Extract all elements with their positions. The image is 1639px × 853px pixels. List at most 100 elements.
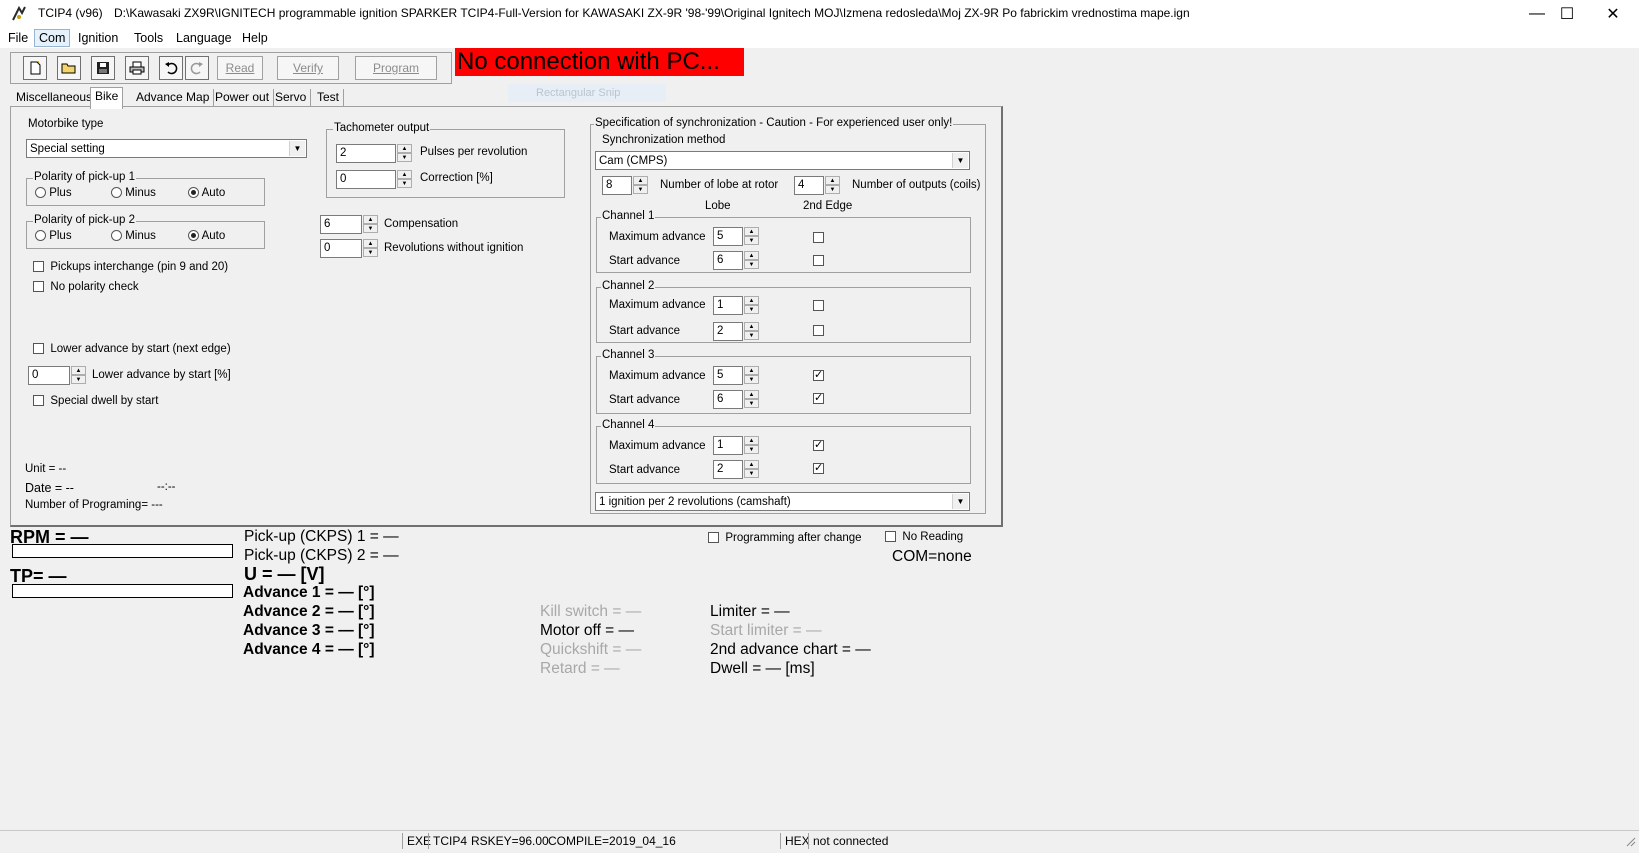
ch3-start-stepper[interactable]: 6 ▲ ▼ — [713, 390, 759, 409]
checkbox-icon[interactable] — [708, 532, 719, 544]
close-button[interactable]: ✕ — [1590, 0, 1636, 28]
spin-up-icon[interactable]: ▲ — [744, 296, 759, 305]
ch1-max-input[interactable]: 5 — [713, 227, 743, 246]
chevron-down-icon[interactable]: ▼ — [289, 141, 305, 156]
radio-icon[interactable] — [111, 187, 122, 199]
spin-up-icon[interactable]: ▲ — [744, 251, 759, 260]
radio-icon[interactable] — [111, 230, 122, 242]
radio-icon[interactable] — [35, 230, 46, 242]
checkbox-icon[interactable] — [33, 395, 44, 407]
ch2-max-edge-checkbox[interactable] — [813, 300, 824, 311]
chevron-down-icon[interactable]: ▼ — [952, 494, 968, 509]
checkbox-icon[interactable] — [33, 281, 44, 293]
no-polarity-check-checkbox[interactable]: No polarity check — [33, 281, 139, 293]
pulses-stepper[interactable]: 2 ▲ ▼ — [336, 144, 412, 163]
lower-advance-next-edge-checkbox[interactable]: Lower advance by start (next edge) — [33, 343, 231, 355]
ch3-max-stepper[interactable]: 5 ▲ ▼ — [713, 366, 759, 385]
lobe-stepper[interactable]: 8 ▲ ▼ — [602, 176, 648, 195]
spin-down-icon[interactable]: ▼ — [744, 469, 759, 478]
spin-up-icon[interactable]: ▲ — [71, 366, 86, 375]
menu-help[interactable]: Help — [238, 30, 272, 46]
ch4-max-input[interactable]: 1 — [713, 436, 743, 455]
pickup2-plus-radio[interactable]: Plus — [35, 230, 72, 242]
ch4-start-stepper[interactable]: 2 ▲ ▼ — [713, 460, 759, 479]
spin-up-icon[interactable]: ▲ — [363, 239, 378, 248]
checkbox-icon[interactable] — [33, 261, 44, 273]
ch2-start-edge-checkbox[interactable] — [813, 325, 824, 336]
pickup1-auto-radio[interactable]: Auto — [188, 187, 225, 199]
ch4-start-edge-checkbox[interactable]: ✓ — [813, 463, 824, 474]
spin-up-icon[interactable]: ▲ — [744, 460, 759, 469]
pulses-input[interactable]: 2 — [336, 144, 396, 163]
ch2-start-input[interactable]: 2 — [713, 322, 743, 341]
resize-grip-icon[interactable] — [1624, 835, 1636, 847]
menu-tools[interactable]: Tools — [130, 30, 167, 46]
spin-down-icon[interactable]: ▼ — [825, 185, 840, 194]
lower-advance-pct-stepper[interactable]: 0 ▲ ▼ — [28, 366, 86, 385]
menu-com[interactable]: Com — [34, 29, 71, 47]
ch3-max-input[interactable]: 5 — [713, 366, 743, 385]
tab-advance-map[interactable]: Advance Map — [132, 89, 215, 106]
tab-power-out[interactable]: Power out — [211, 89, 275, 106]
checkbox-icon[interactable] — [885, 531, 896, 543]
ch1-max-stepper[interactable]: 5 ▲ ▼ — [713, 227, 759, 246]
redo-icon[interactable] — [185, 56, 209, 80]
program-button[interactable]: Program — [355, 56, 437, 80]
spin-down-icon[interactable]: ▼ — [744, 236, 759, 245]
ch3-start-edge-checkbox[interactable]: ✓ — [813, 393, 824, 404]
correction-stepper[interactable]: 0 ▲ ▼ — [336, 170, 412, 189]
lower-advance-pct-input[interactable]: 0 — [28, 366, 70, 385]
spin-down-icon[interactable]: ▼ — [71, 375, 86, 384]
outputs-stepper[interactable]: 4 ▲ ▼ — [794, 176, 840, 195]
spin-up-icon[interactable]: ▲ — [633, 176, 648, 185]
spin-down-icon[interactable]: ▼ — [744, 445, 759, 454]
no-reading-checkbox[interactable]: No Reading — [885, 531, 963, 543]
checkbox-icon[interactable] — [33, 343, 44, 355]
spin-down-icon[interactable]: ▼ — [744, 331, 759, 340]
spin-up-icon[interactable]: ▲ — [397, 170, 412, 179]
spin-down-icon[interactable]: ▼ — [397, 153, 412, 162]
maximize-button[interactable]: ☐ — [1544, 0, 1590, 28]
radio-icon[interactable] — [188, 187, 199, 199]
sync-method-select[interactable]: Cam (CMPS) ▼ — [595, 151, 970, 170]
ch2-max-stepper[interactable]: 1 ▲ ▼ — [713, 296, 759, 315]
radio-icon[interactable] — [188, 230, 199, 242]
tab-servo[interactable]: Servo — [271, 89, 312, 106]
lobe-input[interactable]: 8 — [602, 176, 632, 195]
menu-file[interactable]: File — [4, 30, 32, 46]
verify-button[interactable]: Verify — [277, 56, 339, 80]
spin-down-icon[interactable]: ▼ — [397, 179, 412, 188]
spin-down-icon[interactable]: ▼ — [744, 305, 759, 314]
spin-down-icon[interactable]: ▼ — [633, 185, 648, 194]
spin-up-icon[interactable]: ▲ — [825, 176, 840, 185]
chevron-down-icon[interactable]: ▼ — [952, 153, 968, 168]
ch4-max-stepper[interactable]: 1 ▲ ▼ — [713, 436, 759, 455]
new-file-icon[interactable] — [23, 56, 47, 80]
tab-miscellaneous[interactable]: Miscellaneous — [12, 89, 98, 106]
ch4-max-edge-checkbox[interactable]: ✓ — [813, 440, 824, 451]
tab-bike[interactable]: Bike — [90, 87, 124, 109]
open-folder-icon[interactable] — [57, 56, 81, 80]
spin-up-icon[interactable]: ▲ — [744, 436, 759, 445]
outputs-input[interactable]: 4 — [794, 176, 824, 195]
ch3-max-edge-checkbox[interactable]: ✓ — [813, 370, 824, 381]
undo-icon[interactable] — [159, 56, 183, 80]
spin-up-icon[interactable]: ▲ — [744, 227, 759, 236]
pickup2-auto-radio[interactable]: Auto — [188, 230, 225, 242]
ch4-start-input[interactable]: 2 — [713, 460, 743, 479]
ch2-start-stepper[interactable]: 2 ▲ ▼ — [713, 322, 759, 341]
programming-after-change-checkbox[interactable]: Programming after change — [708, 532, 862, 544]
save-icon[interactable] — [91, 56, 115, 80]
correction-input[interactable]: 0 — [336, 170, 396, 189]
tab-test[interactable]: Test — [313, 89, 345, 106]
spin-down-icon[interactable]: ▼ — [363, 224, 378, 233]
compensation-input[interactable]: 6 — [320, 215, 362, 234]
ch1-max-edge-checkbox[interactable] — [813, 232, 824, 243]
ignition-mode-select[interactable]: 1 ignition per 2 revolutions (camshaft) … — [595, 492, 970, 511]
spin-up-icon[interactable]: ▲ — [363, 215, 378, 224]
spin-up-icon[interactable]: ▲ — [744, 366, 759, 375]
ch1-start-input[interactable]: 6 — [713, 251, 743, 270]
pickup1-minus-radio[interactable]: Minus — [111, 187, 156, 199]
spin-up-icon[interactable]: ▲ — [744, 322, 759, 331]
ch1-start-stepper[interactable]: 6 ▲ ▼ — [713, 251, 759, 270]
